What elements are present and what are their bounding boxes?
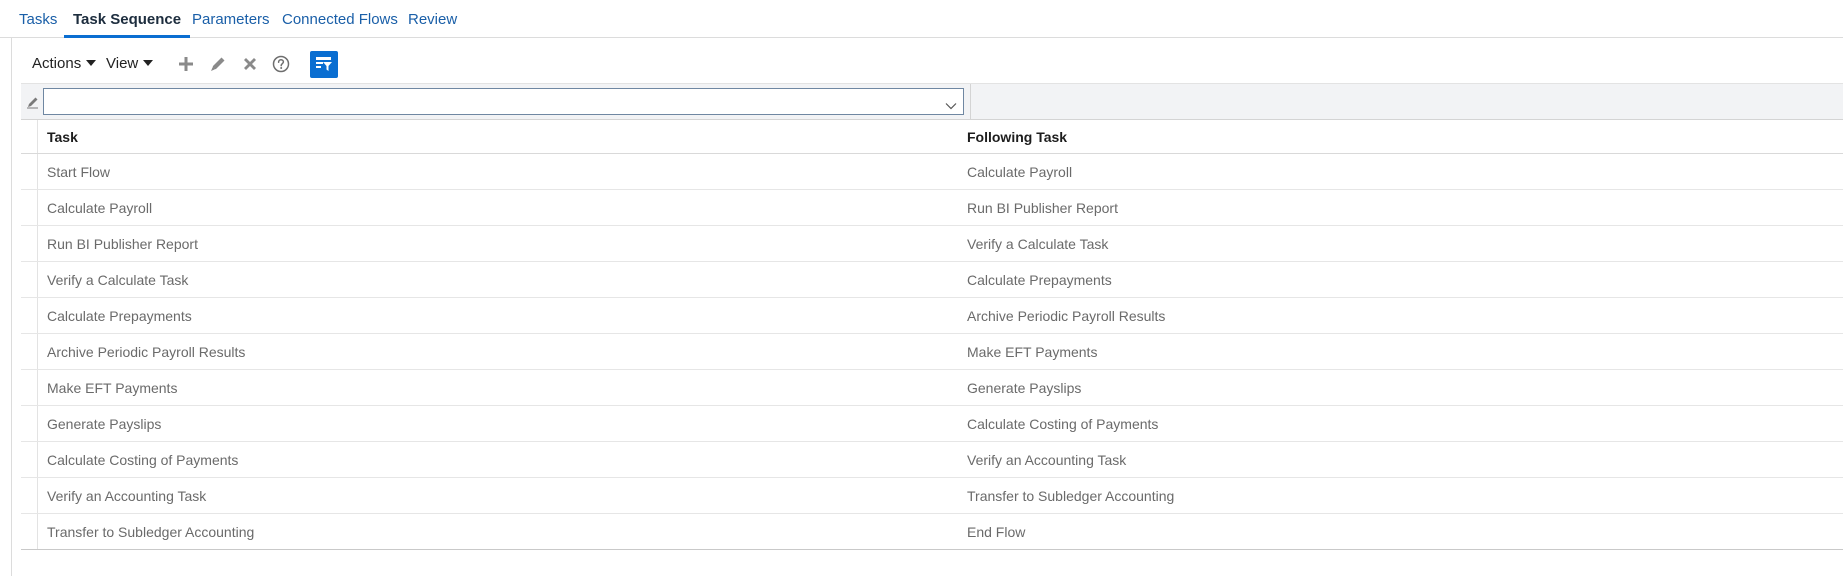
task-cell: Verify an Accounting Task (47, 488, 207, 504)
following-task-cell: Calculate Prepayments (967, 272, 1112, 288)
tab-bar: Tasks Task Sequence Parameters Connected… (0, 0, 1843, 38)
row-gutter (21, 154, 38, 189)
tab-connected-flows[interactable]: Connected Flows (282, 0, 398, 38)
row-gutter (21, 120, 38, 153)
chevron-down-icon (945, 97, 957, 115)
column-divider (970, 84, 971, 120)
task-filter-select[interactable] (43, 88, 964, 115)
task-cell: Calculate Prepayments (47, 308, 192, 324)
query-filter-row (21, 83, 1843, 120)
toolbar: Actions View (12, 38, 1843, 83)
table-row[interactable]: Calculate Payroll Run BI Publisher Report (21, 190, 1843, 226)
query-filter-icon (310, 57, 338, 82)
query-filter-button[interactable] (310, 51, 338, 78)
task-cell: Run BI Publisher Report (47, 236, 198, 252)
task-cell: Verify a Calculate Task (47, 272, 189, 288)
row-gutter (21, 298, 38, 333)
tab-task-sequence[interactable]: Task Sequence (64, 0, 191, 38)
row-gutter (21, 226, 38, 261)
table-row[interactable]: Transfer to Subledger Accounting End Flow (21, 514, 1843, 550)
following-task-cell: Run BI Publisher Report (967, 200, 1118, 216)
task-cell: Calculate Payroll (47, 200, 153, 216)
table-row[interactable]: Generate Payslips Calculate Costing of Pa… (21, 406, 1843, 442)
task-cell: Generate Payslips (47, 416, 162, 432)
table-row[interactable]: Verify an Accounting Task Transfer to Sub… (21, 478, 1843, 514)
tab-parameters[interactable]: Parameters (192, 0, 270, 38)
table-row[interactable]: Verify a Calculate Task Calculate Prepaym… (21, 262, 1843, 298)
tab-tasks[interactable]: Tasks (19, 0, 57, 38)
table-row[interactable]: Calculate Prepayments Archive Periodic Pa… (21, 298, 1843, 334)
task-cell: Archive Periodic Payroll Results (47, 344, 246, 360)
column-header-following-task[interactable]: Following Task (967, 120, 1067, 153)
row-gutter (21, 406, 38, 441)
following-task-cell: Verify a Calculate Task (967, 236, 1109, 252)
actions-menu-button[interactable]: Actions (32, 53, 97, 75)
table-row[interactable]: Start Flow Calculate Payroll (21, 154, 1843, 190)
row-gutter (21, 442, 38, 477)
following-task-cell: Calculate Costing of Payments (967, 416, 1159, 432)
tab-review[interactable]: Review (408, 0, 457, 38)
task-cell: Start Flow (47, 164, 111, 180)
table-row[interactable]: Archive Periodic Payroll Results Make EFT… (21, 334, 1843, 370)
row-gutter (21, 478, 38, 513)
task-sequence-table: Task Following Task Start Flow Calculate … (21, 120, 1843, 550)
view-menu-button[interactable]: View (106, 53, 154, 75)
following-task-cell: Verify an Accounting Task (967, 452, 1127, 468)
table-row[interactable]: Make EFT Payments Generate Payslips (21, 370, 1843, 406)
pencil-icon (26, 95, 40, 109)
table-row[interactable]: Calculate Costing of Payments Verify an A… (21, 442, 1843, 478)
task-cell: Transfer to Subledger Accounting (47, 524, 255, 540)
actions-menu-label: Actions (32, 55, 82, 72)
row-gutter (21, 190, 38, 225)
following-task-cell: Calculate Payroll (967, 164, 1073, 180)
edit-icon[interactable] (207, 53, 229, 75)
following-task-cell: End Flow (967, 524, 1026, 540)
view-menu-label: View (106, 55, 139, 72)
row-gutter (21, 262, 38, 297)
table-header: Task Following Task (21, 120, 1843, 154)
following-task-cell: Generate Payslips (967, 380, 1082, 396)
following-task-cell: Make EFT Payments (967, 344, 1098, 360)
row-gutter (21, 370, 38, 405)
row-gutter (21, 334, 38, 369)
task-cell: Calculate Costing of Payments (47, 452, 239, 468)
caret-down-icon (143, 60, 154, 66)
table-body: Start Flow Calculate Payroll Calculate Pay… (21, 154, 1843, 550)
following-task-cell: Transfer to Subledger Accounting (967, 488, 1175, 504)
caret-down-icon (86, 60, 97, 66)
task-cell: Make EFT Payments (47, 380, 178, 396)
table-row[interactable]: Run BI Publisher Report Verify a Calculat… (21, 226, 1843, 262)
help-icon[interactable] (270, 53, 292, 75)
delete-icon[interactable] (239, 53, 261, 75)
task-sequence-panel: Actions View Task Following Task Start F… (11, 38, 1843, 576)
following-task-cell: Archive Periodic Payroll Results (967, 308, 1166, 324)
column-header-task[interactable]: Task (47, 120, 78, 153)
row-gutter (21, 514, 38, 549)
add-icon[interactable] (175, 53, 197, 75)
